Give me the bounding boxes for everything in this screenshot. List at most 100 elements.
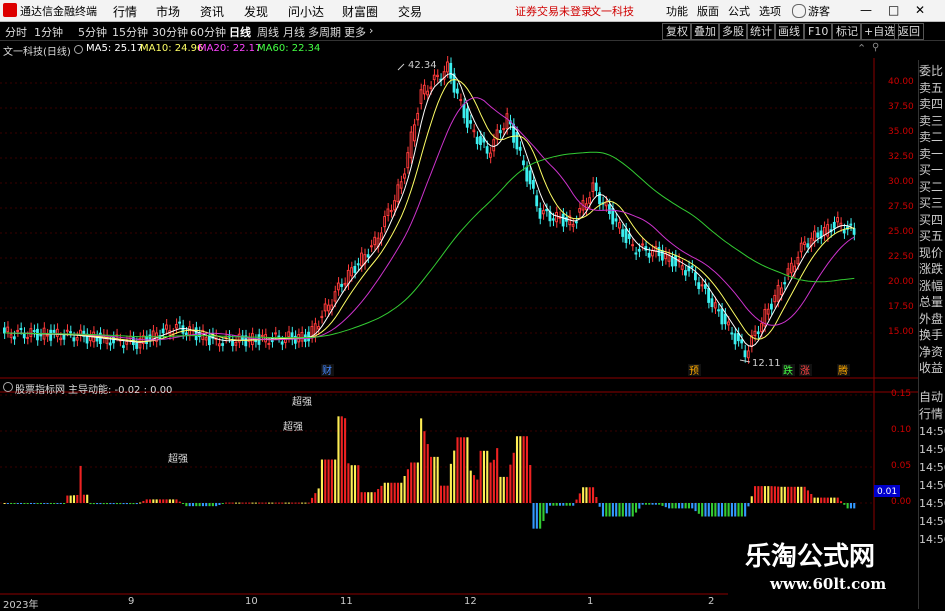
candle-body <box>594 182 598 191</box>
quote-item[interactable]: 卖二 <box>919 128 943 145</box>
quote-item[interactable]: 买二 <box>919 178 943 195</box>
quote-item[interactable]: 卖一 <box>919 145 943 162</box>
indicator-settings-icon[interactable] <box>3 382 13 392</box>
candle-body <box>274 332 277 335</box>
momentum-bar <box>129 503 132 505</box>
candle-body <box>151 330 155 341</box>
x-label-9: 9 <box>128 596 135 607</box>
quote-item[interactable]: 换手 <box>919 326 943 343</box>
momentum-bar <box>770 486 773 503</box>
quote-item[interactable]: 卖四 <box>919 95 943 112</box>
momentum-bar <box>254 502 257 504</box>
candle-body <box>178 321 182 324</box>
candle-body <box>105 335 109 344</box>
kline-chart[interactable]: 42.3412.11财预跌涨腾超强超强超强0.01 <box>0 0 945 609</box>
momentum-bar <box>562 503 565 506</box>
event-marker: 腾 <box>838 364 848 377</box>
candle-body <box>250 333 254 346</box>
momentum-bar <box>271 502 274 504</box>
quote-item[interactable]: 涨跌 <box>919 260 943 277</box>
momentum-bar <box>644 503 648 505</box>
momentum-bar <box>218 503 221 505</box>
indicator-tick: 0.10 <box>891 425 912 435</box>
quote-item[interactable]: 买五 <box>919 227 943 244</box>
momentum-bar <box>267 502 271 504</box>
quote-item[interactable]: 总量 <box>919 293 943 310</box>
quote-item[interactable]: 卖三 <box>919 112 943 129</box>
quote-item[interactable]: 自动 <box>919 388 943 405</box>
candle-body <box>690 265 694 268</box>
candle-body <box>703 284 707 289</box>
candle-body <box>426 90 429 96</box>
momentum-bar <box>307 502 310 504</box>
candle-body <box>72 337 76 342</box>
momentum-bar <box>324 459 327 503</box>
momentum-bar <box>162 499 165 503</box>
candle-body <box>221 343 225 346</box>
momentum-bar <box>598 503 601 507</box>
momentum-bar <box>29 503 33 504</box>
momentum-bar <box>496 448 499 503</box>
momentum-bar <box>390 482 393 503</box>
tick-time: 14:56 <box>919 461 945 474</box>
momentum-bar <box>734 503 737 517</box>
momentum-bar <box>165 499 168 503</box>
quote-item[interactable]: 净资 <box>919 343 943 360</box>
candle-body <box>277 335 281 338</box>
candle-body <box>756 331 760 335</box>
candle-body <box>3 327 6 334</box>
candle-body <box>608 204 611 214</box>
quote-item[interactable]: 买四 <box>919 211 943 228</box>
momentum-bar <box>754 486 757 503</box>
candle-body <box>327 304 330 312</box>
momentum-bar <box>823 497 826 503</box>
indicator-tick: 0.05 <box>891 461 912 471</box>
momentum-bar <box>747 503 750 507</box>
momentum-bar <box>178 501 181 503</box>
momentum-bar <box>69 495 72 503</box>
momentum-bar <box>836 497 839 503</box>
candle-body <box>416 112 420 121</box>
momentum-bar <box>201 503 204 507</box>
candle-body <box>505 113 509 130</box>
candle-body <box>479 136 482 145</box>
candle-body <box>773 294 777 303</box>
momentum-bar <box>66 495 69 503</box>
candle-body <box>75 337 79 341</box>
candle-body <box>826 224 830 237</box>
candle-body <box>16 329 20 332</box>
momentum-bar <box>552 503 555 506</box>
candle-body <box>670 257 674 267</box>
x-label-2: 2 <box>708 596 715 607</box>
momentum-bar <box>86 494 89 503</box>
quote-item[interactable]: 现价 <box>919 244 943 261</box>
momentum-bar <box>697 503 700 514</box>
momentum-bar <box>773 486 776 503</box>
candle-body <box>65 329 69 332</box>
momentum-bar <box>763 486 767 503</box>
candle-body <box>472 129 476 133</box>
momentum-bar <box>727 503 730 517</box>
indicator-name: 股票指标网 <box>15 385 65 396</box>
candle-body <box>684 270 687 276</box>
quote-item[interactable]: 涨幅 <box>919 277 943 294</box>
candle-body <box>793 265 796 273</box>
quote-item[interactable]: 卖五 <box>919 79 943 96</box>
quote-item[interactable]: 收益 <box>919 359 943 376</box>
momentum-bar <box>132 503 135 505</box>
quote-item[interactable]: 行情 <box>919 405 943 422</box>
momentum-bar <box>168 499 171 503</box>
momentum-bar <box>502 476 505 503</box>
current-value: 0.01 <box>877 487 897 497</box>
momentum-bar <box>400 482 403 503</box>
momentum-bar <box>853 503 856 509</box>
candle-body <box>399 181 403 189</box>
quote-item[interactable]: 买一 <box>919 161 943 178</box>
momentum-bar <box>205 503 208 507</box>
candle-body <box>489 152 492 158</box>
candle-body <box>393 200 396 211</box>
momentum-bar <box>588 487 591 503</box>
quote-item[interactable]: 买三 <box>919 194 943 211</box>
quote-item[interactable]: 委比 <box>919 62 943 79</box>
quote-item[interactable]: 外盘 <box>919 310 943 327</box>
